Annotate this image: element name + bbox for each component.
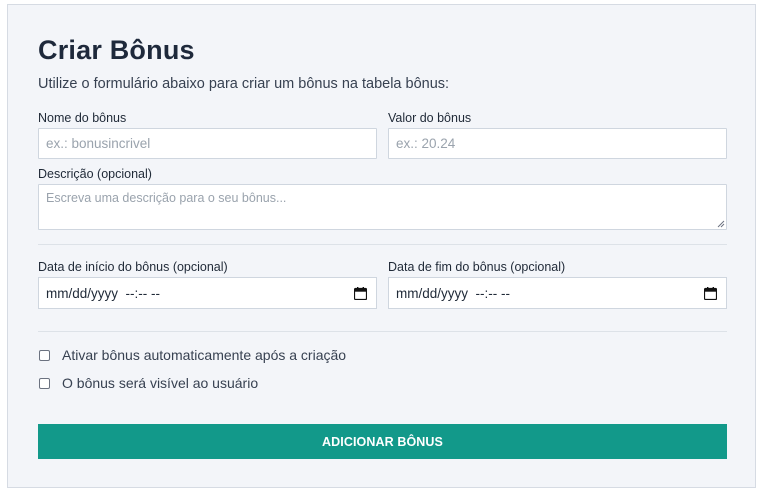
- bonus-name-label: Nome do bônus: [38, 111, 127, 125]
- auto-activate-option[interactable]: Ativar bônus automaticamente após a cria…: [38, 347, 346, 363]
- calendar-icon[interactable]: [354, 286, 367, 300]
- create-bonus-card: Criar Bônus Utilize o formulário abaixo …: [7, 4, 756, 488]
- start-date-input[interactable]: mm/dd/yyyy --:-- --: [38, 277, 377, 309]
- auto-activate-checkbox[interactable]: [39, 349, 50, 361]
- visible-to-user-option[interactable]: O bônus será visível ao usuário: [38, 375, 258, 391]
- visible-to-user-checkbox[interactable]: [39, 377, 50, 389]
- visible-to-user-label: O bônus será visível ao usuário: [62, 375, 259, 391]
- bonus-value-label: Valor do bônus: [388, 111, 472, 125]
- form-subtitle: Utilize o formulário abaixo para criar u…: [38, 76, 450, 92]
- description-wrapper: [38, 184, 727, 230]
- calendar-icon[interactable]: [704, 286, 717, 300]
- add-bonus-button[interactable]: ADICIONAR BÔNUS: [38, 424, 727, 459]
- end-date-value: mm/dd/yyyy --:-- --: [396, 285, 510, 301]
- description-textarea[interactable]: [38, 184, 727, 230]
- end-date-input[interactable]: mm/dd/yyyy --:-- --: [388, 277, 727, 309]
- start-date-label: Data de início do bônus (opcional): [38, 260, 228, 274]
- page-title: Criar Bônus: [38, 35, 195, 65]
- start-date-value: mm/dd/yyyy --:-- --: [46, 285, 160, 301]
- bonus-name-input[interactable]: [38, 128, 377, 159]
- section-divider: [38, 331, 727, 332]
- bonus-value-input[interactable]: [388, 128, 727, 159]
- auto-activate-label: Ativar bônus automaticamente após a cria…: [62, 347, 347, 363]
- section-divider: [38, 244, 727, 245]
- description-label: Descrição (opcional): [38, 167, 152, 181]
- end-date-label: Data de fim do bônus (opcional): [388, 260, 566, 274]
